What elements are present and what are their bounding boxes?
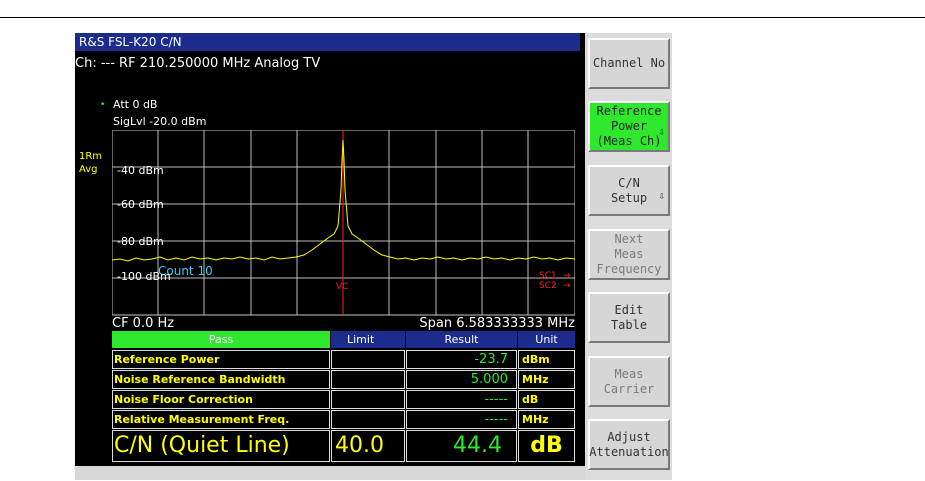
y-tick-label: -100 dBm: [117, 270, 171, 283]
main-result-limit: 40.0: [331, 430, 405, 462]
row-result: -----: [406, 410, 517, 429]
analyzer-screen: R&S FSL-K20 C/N Ch: --- RF 210.250000 MH…: [75, 33, 672, 480]
row-unit: MHz: [518, 410, 575, 429]
row-result: 5.000: [406, 370, 517, 389]
table-row: Noise Floor Correction ----- dB: [112, 390, 575, 409]
row-limit: [331, 370, 405, 389]
channel-no-softkey[interactable]: Channel No: [588, 38, 670, 89]
row-result: -----: [406, 390, 517, 409]
meas-carrier-softkey[interactable]: Meas Carrier: [588, 356, 670, 407]
app-title: R&S FSL-K20 C/N: [75, 33, 580, 51]
att-indicator-icon: •: [100, 100, 106, 110]
vc-label: VC: [336, 282, 348, 292]
main-result-name: C/N (Quiet Line): [112, 430, 330, 462]
main-result-unit: dB: [518, 430, 575, 462]
status-bar: [75, 466, 585, 480]
cn-setup-softkey[interactable]: C/N Setup ⇩: [588, 165, 670, 216]
sc2-label: SC2: [539, 281, 557, 291]
channel-info: Ch: --- RF 210.250000 MHz Analog TV: [75, 56, 321, 71]
row-name: Reference Power: [112, 350, 330, 369]
row-limit: [331, 350, 405, 369]
spectrum-plot: Count 10 VC SC1 SC2 → →: [112, 130, 575, 316]
siglvl-label: SigLvl -20.0 dBm: [113, 115, 207, 128]
unit-header: Unit: [518, 331, 575, 348]
y-tick-label: -60 dBm: [117, 198, 164, 211]
row-name: Noise Floor Correction: [112, 390, 330, 409]
table-row: Noise Reference Bandwidth 5.000 MHz: [112, 370, 575, 389]
reference-power-softkey[interactable]: Reference Power (Meas Ch) ⇩: [588, 101, 670, 152]
trace-label-avg: Avg: [79, 164, 98, 175]
main-result-value: 44.4: [406, 430, 517, 462]
row-unit: dB: [518, 390, 575, 409]
row-unit: MHz: [518, 370, 575, 389]
sc2-arrow-icon: →: [563, 281, 571, 291]
status-badge: Pass: [112, 331, 330, 348]
y-tick-label: -40 dBm: [117, 164, 164, 177]
table-header: Pass Limit< Result Unit: [112, 331, 575, 348]
row-result: -23.7: [406, 350, 517, 369]
row-name: Noise Reference Bandwidth: [112, 370, 330, 389]
top-rule: [0, 17, 925, 18]
att-label: Att 0 dB: [113, 98, 158, 111]
table-row: Relative Measurement Freq. ----- MHz: [112, 410, 575, 429]
row-name: Relative Measurement Freq.: [112, 410, 330, 429]
span-label: Span 6.583333333 MHz: [419, 316, 575, 331]
table-row: Reference Power -23.7 dBm: [112, 350, 575, 369]
row-unit: dBm: [518, 350, 575, 369]
softkey-panel: Channel No Reference Power (Meas Ch) ⇩ C…: [585, 33, 672, 480]
adjust-attenuation-softkey[interactable]: Adjust Attenuation: [588, 419, 670, 470]
cf-label: CF 0.0 Hz: [112, 316, 175, 331]
result-header: Result: [406, 331, 517, 348]
down-arrow-icon: ⇩: [658, 189, 665, 202]
y-tick-label: -80 dBm: [117, 235, 164, 248]
trace-label-mode: 1Rm: [79, 151, 103, 162]
sc1-arrow-icon: →: [563, 271, 571, 281]
row-limit: [331, 410, 405, 429]
row-limit: [331, 390, 405, 409]
down-arrow-icon: ⇩: [658, 125, 665, 138]
sc1-label: SC1: [539, 271, 557, 281]
frequency-readout: CF 0.0 Hz Span 6.583333333 MHz: [112, 316, 575, 331]
main-result-row: C/N (Quiet Line) 40.0 44.4 dB: [112, 430, 575, 462]
next-meas-frequency-softkey[interactable]: Next Meas Frequency: [588, 229, 670, 280]
edit-table-softkey[interactable]: Edit Table: [588, 292, 670, 343]
limit-header: Limit<: [331, 331, 405, 348]
